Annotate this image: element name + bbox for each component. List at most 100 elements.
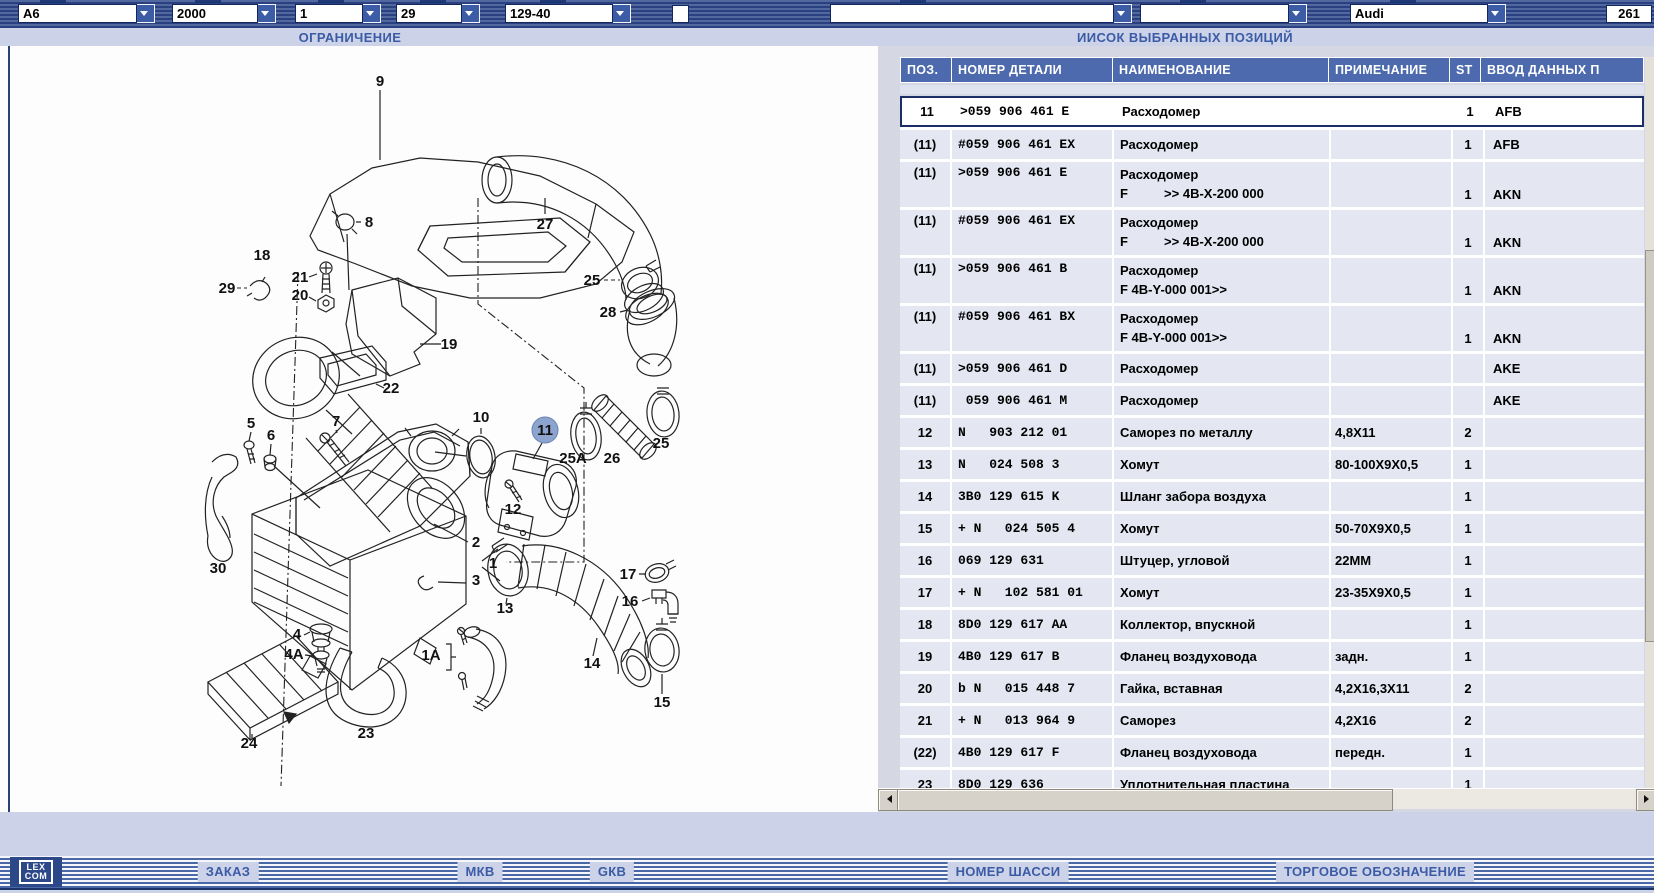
- table-row[interactable]: 15+ N 024 505 4Хомут50-70X9X0,51: [900, 514, 1644, 543]
- chevron-down-icon[interactable]: [613, 4, 631, 23]
- brand-value[interactable]: Audi: [1350, 4, 1488, 23]
- model-combobox[interactable]: A6: [18, 4, 155, 23]
- diagram-label-2[interactable]: 2: [472, 534, 480, 551]
- diagram-label-16[interactable]: 16: [622, 593, 639, 610]
- statusbar-item-заказ[interactable]: ЗАКАЗ: [198, 862, 259, 882]
- horizontal-scrollbar-thumb[interactable]: [897, 789, 1393, 811]
- statusbar-item-gкв[interactable]: GКВ: [590, 862, 634, 882]
- vertical-scrollbar-thumb[interactable]: [1645, 250, 1654, 642]
- model-year-combobox[interactable]: 2000: [172, 4, 276, 23]
- table-row[interactable]: (11)>059 906 461 DРасходомерAKE: [900, 354, 1644, 383]
- table-row[interactable]: (11)>059 906 461 EРасходомерF >> 4B-X-20…: [900, 162, 1644, 207]
- diagram-label-1[interactable]: 1: [489, 555, 497, 572]
- diagram-label-22[interactable]: 22: [383, 380, 400, 397]
- table-row-selected[interactable]: 11>059 906 461 EРасходомер1AFB: [900, 96, 1644, 127]
- group-value[interactable]: 1: [295, 4, 363, 23]
- diagram-label-11[interactable]: 11: [537, 422, 553, 439]
- diagram-label-17[interactable]: 17: [620, 566, 637, 583]
- column-header-1[interactable]: ПОЗ.: [901, 58, 951, 82]
- brand-combobox[interactable]: Audi: [1350, 4, 1506, 23]
- diagram-label-14[interactable]: 14: [584, 655, 601, 672]
- statusbar-item-торговое-обозначение[interactable]: ТОРГОВОЕ ОБОЗНАЧЕНИЕ: [1276, 862, 1474, 882]
- diagram-label-12[interactable]: 12: [505, 501, 522, 518]
- diagram-label-30[interactable]: 30: [210, 560, 227, 577]
- chevron-down-icon[interactable]: [1488, 4, 1506, 23]
- illustration-value[interactable]: 129-40: [505, 4, 613, 23]
- table-row[interactable]: 21+ N 013 964 9Саморез4,2X162: [900, 706, 1644, 735]
- part-name: Саморез по металлу: [1120, 423, 1253, 442]
- model-value[interactable]: A6: [18, 4, 137, 23]
- diagram-label-21[interactable]: 21: [292, 269, 309, 286]
- diagram-label-28[interactable]: 28: [600, 304, 617, 321]
- scroll-right-button[interactable]: [1636, 789, 1654, 811]
- table-row[interactable]: (11) 059 906 461 MРасходомерAKE: [900, 386, 1644, 415]
- part-name: Уплотнительная пластина: [1120, 775, 1290, 788]
- diagram-label-29[interactable]: 29: [219, 280, 236, 297]
- column-header-6[interactable]: ВВОД ДАННЫХ П: [1481, 58, 1643, 82]
- table-row[interactable]: 17+ N 102 581 01Хомут23-35X9X0,51: [900, 578, 1644, 607]
- table-row[interactable]: 12N 903 212 01Саморез по металлу4,8X112: [900, 418, 1644, 447]
- diagram-label-23[interactable]: 23: [358, 725, 375, 742]
- diagram-label-10[interactable]: 10: [473, 409, 490, 426]
- table-row[interactable]: 194B0 129 617 BФланец воздуховодазадн.1: [900, 642, 1644, 671]
- diagram-label-4[interactable]: 4: [293, 626, 302, 643]
- column-header-5[interactable]: ST: [1450, 58, 1480, 82]
- diagram-label-9[interactable]: 9: [376, 73, 384, 90]
- diagram-label-6[interactable]: 6: [267, 427, 275, 444]
- group-combobox[interactable]: 1: [295, 4, 381, 23]
- illustration-combobox[interactable]: 129-40: [505, 4, 631, 23]
- subgroup-value[interactable]: 29: [396, 4, 462, 23]
- statusbar-item-номер-шасси[interactable]: НОМЕР ШАССИ: [948, 862, 1069, 882]
- chevron-down-icon[interactable]: [462, 4, 480, 23]
- diagram-label-20[interactable]: 20: [292, 287, 309, 304]
- column-header-2[interactable]: НОМЕР ДЕТАЛИ: [952, 58, 1112, 82]
- diagram-label-8[interactable]: 8: [365, 214, 373, 231]
- diagram-label-25[interactable]: 25: [653, 435, 670, 452]
- chevron-down-icon[interactable]: [137, 4, 155, 23]
- diagram-label-25A[interactable]: 25A: [559, 450, 587, 467]
- diagram-label-15[interactable]: 15: [654, 694, 671, 711]
- diagram-label-24[interactable]: 24: [241, 735, 258, 752]
- chevron-down-icon[interactable]: [258, 4, 276, 23]
- position-cell: 13: [900, 450, 950, 479]
- vertical-scrollbar[interactable]: [1645, 57, 1654, 788]
- chevron-down-icon[interactable]: [1289, 4, 1307, 23]
- part-number-cell: #059 906 461 BX: [952, 306, 1112, 351]
- diagram-label-7[interactable]: 7: [332, 413, 340, 430]
- diagram-label-27[interactable]: 27: [537, 216, 554, 233]
- table-row[interactable]: 16069 129 631Штуцер, угловой22ММ1: [900, 546, 1644, 575]
- exploded-diagram-panel[interactable]: 9188272528292120192256710111225A26252133…: [0, 46, 878, 812]
- table-row[interactable]: 143B0 129 615 KШланг забора воздуха1: [900, 482, 1644, 511]
- diagram-label-4A[interactable]: 4A: [284, 646, 303, 663]
- diagram-label-25[interactable]: 25: [584, 272, 601, 289]
- subgroup-combobox[interactable]: 29: [396, 4, 480, 23]
- search-combobox-1[interactable]: [830, 4, 1132, 23]
- diagram-label-19[interactable]: 19: [441, 336, 458, 353]
- table-row[interactable]: 20b N 015 448 7Гайка, вставная4,2X16,3X1…: [900, 674, 1644, 703]
- diagram-label-13[interactable]: 13: [497, 600, 514, 617]
- model-year-value[interactable]: 2000: [172, 4, 258, 23]
- table-row[interactable]: (11)>059 906 461 BРасходомерF 4B-Y-000 0…: [900, 258, 1644, 303]
- search-combobox-2[interactable]: [1140, 4, 1307, 23]
- table-row[interactable]: (11)#059 906 461 BXРасходомерF 4B-Y-000 …: [900, 306, 1644, 351]
- statusbar-item-мкв[interactable]: МКВ: [457, 862, 502, 882]
- table-row[interactable]: (11)#059 906 461 EXРасходомер1AFB: [900, 130, 1644, 159]
- chevron-down-icon[interactable]: [1114, 4, 1132, 23]
- diagram-label-3[interactable]: 3: [472, 572, 480, 589]
- scroll-left-button[interactable]: [878, 789, 898, 811]
- diagram-label-5[interactable]: 5: [247, 415, 255, 432]
- table-row[interactable]: 188D0 129 617 AAКоллектор, впускной1: [900, 610, 1644, 639]
- table-row[interactable]: (22)4B0 129 617 FФланец воздуховодаперед…: [900, 738, 1644, 767]
- table-row[interactable]: 13N 024 508 3Хомут80-100X9X0,51: [900, 450, 1644, 479]
- diagram-label-26[interactable]: 26: [604, 450, 621, 467]
- search-combobox-1-value[interactable]: [830, 4, 1114, 23]
- horizontal-scrollbar[interactable]: [878, 788, 1654, 809]
- table-row[interactable]: (11)#059 906 461 EXРасходомерF >> 4B-X-2…: [900, 210, 1644, 255]
- column-header-4[interactable]: ПРИМЕЧАНИЕ: [1329, 58, 1449, 82]
- diagram-label-18[interactable]: 18: [254, 247, 271, 264]
- diagram-label-1A[interactable]: 1A: [421, 647, 440, 664]
- chevron-down-icon[interactable]: [363, 4, 381, 23]
- column-header-3[interactable]: НАИМЕНОВАНИЕ: [1113, 58, 1328, 82]
- table-row[interactable]: 238D0 129 636Уплотнительная пластина1: [900, 770, 1644, 788]
- search-combobox-2-value[interactable]: [1140, 4, 1289, 23]
